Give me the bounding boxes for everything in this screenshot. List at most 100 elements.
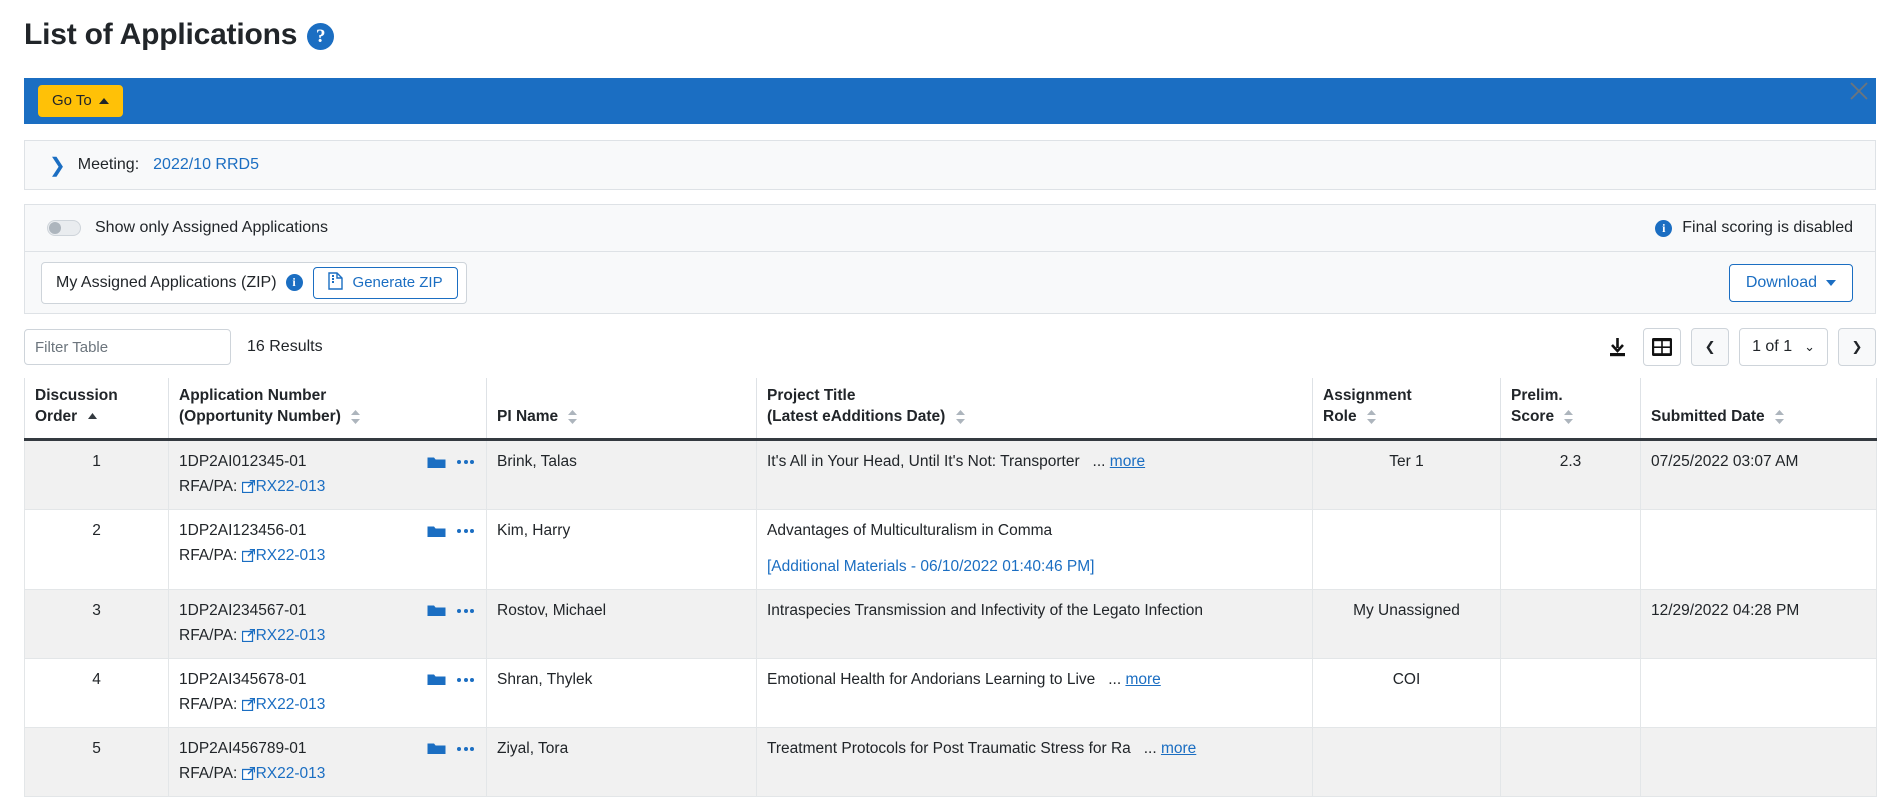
info-icon[interactable]: i	[285, 274, 303, 291]
download-button[interactable]: Download	[1728, 263, 1853, 302]
page-header: List of Applications ?	[0, 0, 1900, 51]
open-folder-icon[interactable]	[427, 524, 446, 539]
chevron-right-icon[interactable]: ❯	[49, 155, 66, 175]
col-prelim-score[interactable]: Prelim. Score	[1500, 378, 1641, 441]
table-row: 2 1DP2AI123456-01 RFA/PA: RX22-013 Kim, Har…	[24, 508, 1877, 590]
assigned-toggle-group: Show only Assigned Applications	[47, 219, 328, 237]
cell-prelim-score: 2.3	[1500, 438, 1641, 510]
toggle-knob	[49, 222, 61, 234]
cell-application-number: 1DP2AI012345-01 RFA/PA: RX22-013	[168, 438, 487, 510]
rfa-pa-link[interactable]: RX22-013	[241, 547, 326, 565]
project-title-text: Emotional Health for Andorians Learning …	[767, 670, 1161, 688]
cell-prelim-score	[1500, 657, 1641, 728]
more-actions-icon[interactable]	[457, 529, 474, 534]
col-line2: Order	[35, 407, 78, 425]
col-line2: Score	[1511, 407, 1555, 425]
help-circle-icon[interactable]: ?	[307, 23, 335, 50]
go-to-button[interactable]: Go To	[38, 85, 123, 117]
applications-page: List of Applications ? Go To ❯ Meeting: …	[0, 0, 1900, 805]
more-link[interactable]: more	[1110, 453, 1145, 470]
cell-prelim-score	[1500, 508, 1641, 590]
go-to-label: Go To	[52, 92, 92, 109]
page-label: 1 of 1	[1752, 338, 1793, 355]
more-actions-icon[interactable]	[457, 746, 474, 751]
chevron-right-icon: ❯	[1851, 339, 1863, 355]
project-title-text: It's All in Your Head, Until It's Not: T…	[767, 452, 1146, 470]
col-discussion-order[interactable]: Discussion Order	[24, 378, 169, 441]
rfa-pa-label: RFA/PA:	[179, 547, 242, 565]
rfa-pa-link[interactable]: RX22-013	[241, 696, 326, 714]
cell-project-title: Intraspecies Transmission and Infectivit…	[756, 588, 1313, 659]
more-link[interactable]: more	[1125, 671, 1160, 688]
col-submitted-date[interactable]: Submitted Date	[1640, 378, 1877, 441]
meeting-panel: ❯ Meeting: 2022/10 RRD5	[24, 140, 1876, 190]
final-scoring-status: i Final scoring is disabled	[1655, 219, 1853, 237]
table-grid-icon[interactable]	[1643, 328, 1682, 366]
rfa-pa-link[interactable]: RX22-013	[241, 478, 325, 495]
info-icon[interactable]: i	[1655, 219, 1673, 237]
col-assignment-role[interactable]: Assignment Role	[1312, 378, 1501, 441]
generate-zip-label: Generate ZIP	[352, 274, 443, 291]
table-row: 4 1DP2AI345678-01 RFA/PA: RX22-013 Shran, T…	[24, 657, 1877, 728]
open-folder-icon[interactable]	[427, 741, 446, 756]
project-title-text: Advantages of Multiculturalism in Comma	[767, 521, 1053, 539]
download-tray-icon[interactable]	[1601, 328, 1633, 366]
previous-page-button[interactable]: ❮	[1691, 328, 1730, 366]
table-head: Discussion Order Application Number (Opp…	[24, 378, 1877, 441]
sort-none-icon[interactable]	[1775, 409, 1784, 424]
rfa-pa-link[interactable]: RX22-013	[241, 627, 325, 644]
cell-application-number: 1DP2AI345678-01 RFA/PA: RX22-013	[168, 657, 487, 728]
open-folder-icon[interactable]	[427, 672, 446, 687]
col-pi-name[interactable]: PI Name	[486, 378, 757, 441]
sort-none-icon[interactable]	[351, 409, 361, 424]
table-row: 5 1DP2AI456789-01 RFA/PA: RX22-013 Ziyal, T…	[24, 726, 1877, 797]
close-icon[interactable]	[1846, 78, 1872, 104]
rfa-pa-label: RFA/PA:	[179, 765, 242, 783]
chevron-left-icon: ❮	[1704, 339, 1716, 355]
more-actions-icon[interactable]	[457, 460, 474, 465]
col-line1: Prelim.	[1511, 387, 1563, 404]
application-number-text: 1DP2AI012345-01	[179, 452, 307, 470]
rfa-pa-value: RX22-013	[255, 696, 326, 714]
table-row: 1 1DP2AI012345-01 RFA/PA: RX22-013 Brink, T…	[24, 438, 1877, 510]
rfa-pa-value: RX22-013	[255, 765, 326, 783]
sort-none-icon[interactable]	[1366, 409, 1376, 424]
rfa-pa-value: RX22-013	[255, 547, 326, 565]
table-header-row: Discussion Order Application Number (Opp…	[24, 378, 1877, 441]
table-toolbar-right: ❮ 1 of 1 ⌄ ❯	[1601, 328, 1876, 366]
zip-file-icon	[327, 271, 343, 294]
final-scoring-label: Final scoring is disabled	[1682, 219, 1853, 236]
cell-application-number: 1DP2AI456789-01 RFA/PA: RX22-013	[168, 726, 487, 797]
next-page-button[interactable]: ❯	[1838, 328, 1876, 366]
col-project-title[interactable]: Project Title (Latest eAdditions Date)	[756, 378, 1313, 441]
col-line1: Discussion	[35, 387, 118, 404]
download-label: Download	[1745, 273, 1817, 291]
meeting-value: 2022/10 RRD5	[153, 156, 259, 173]
show-only-assigned-toggle[interactable]	[47, 220, 81, 236]
page-selector[interactable]: 1 of 1 ⌄	[1739, 328, 1828, 366]
zip-label-group: My Assigned Applications (ZIP) i	[56, 274, 303, 292]
more-actions-icon[interactable]	[457, 677, 474, 682]
application-number-text: 1DP2AI456789-01	[179, 739, 307, 757]
more-link[interactable]: more	[1161, 740, 1196, 757]
project-title-text: Treatment Protocols for Post Traumatic S…	[767, 739, 1197, 757]
meeting-row[interactable]: ❯ Meeting: 2022/10 RRD5	[25, 141, 1875, 189]
generate-zip-button[interactable]: Generate ZIP	[312, 266, 458, 299]
more-actions-icon[interactable]	[457, 608, 474, 613]
sort-none-icon[interactable]	[568, 409, 578, 424]
filter-table-input[interactable]	[24, 329, 231, 365]
rfa-pa-link[interactable]: RX22-013	[241, 765, 326, 783]
open-folder-icon[interactable]	[427, 455, 446, 470]
show-only-assigned-label: Show only Assigned Applications	[95, 219, 329, 236]
applications-table-container: Discussion Order Application Number (Opp…	[24, 378, 1877, 797]
cell-submitted-date: 12/29/2022 04:28 PM	[1640, 588, 1877, 659]
additional-materials-link[interactable]: [Additional Materials - 06/10/2022 01:40…	[767, 556, 1302, 578]
cell-application-number: 1DP2AI123456-01 RFA/PA: RX22-013	[168, 508, 487, 590]
sort-none-icon[interactable]	[1564, 409, 1574, 424]
open-folder-icon[interactable]	[427, 603, 446, 618]
col-application-number[interactable]: Application Number (Opportunity Number)	[168, 378, 487, 441]
sort-asc-icon[interactable]	[87, 413, 97, 420]
project-title-text: Intraspecies Transmission and Infectivit…	[767, 601, 1203, 619]
col-line1: Assignment	[1323, 387, 1412, 404]
sort-none-icon[interactable]	[955, 409, 965, 424]
